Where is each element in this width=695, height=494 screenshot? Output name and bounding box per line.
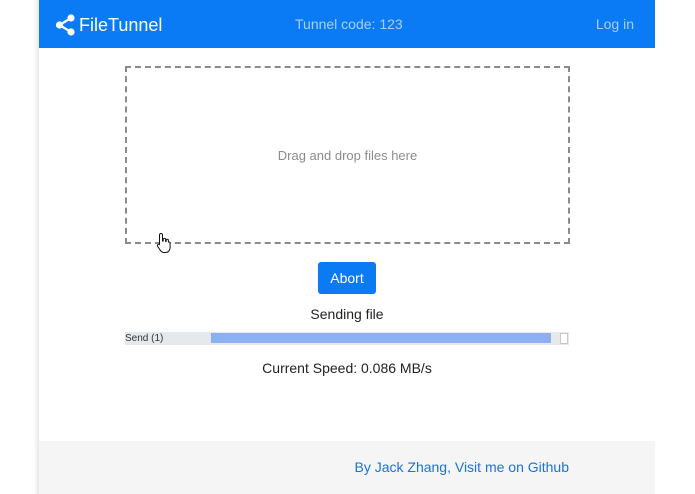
share-icon	[55, 14, 75, 36]
brand-name: FileTunnel	[79, 14, 163, 35]
footer: By Jack Zhang, Visit me on Github	[39, 441, 655, 494]
file-dropzone[interactable]: Drag and drop files here	[125, 66, 570, 244]
progress-end-cap	[560, 333, 568, 344]
page: FileTunnel Tunnel code: 123 Log in Drag …	[39, 0, 655, 494]
window-gutter-right	[655, 0, 695, 494]
brand-link[interactable]: FileTunnel	[55, 12, 162, 38]
window-gutter-left	[0, 0, 39, 494]
send-progress-bar: Send (1)	[125, 332, 569, 345]
github-link[interactable]: By Jack Zhang, Visit me on Github	[354, 459, 569, 475]
dropzone-placeholder: Drag and drop files here	[277, 147, 418, 163]
tunnel-code: Tunnel code: 123	[295, 16, 403, 32]
login-link[interactable]: Log in	[596, 16, 634, 32]
transfer-speed: Current Speed: 0.086 MB/s	[262, 360, 432, 376]
hand-pointer-icon	[156, 232, 172, 259]
abort-button[interactable]: Abort	[318, 262, 376, 294]
progress-label: Send (1)	[125, 333, 164, 344]
navbar: FileTunnel Tunnel code: 123 Log in	[39, 0, 655, 48]
transfer-status: Sending file	[310, 306, 384, 322]
progress-fill	[211, 333, 551, 343]
